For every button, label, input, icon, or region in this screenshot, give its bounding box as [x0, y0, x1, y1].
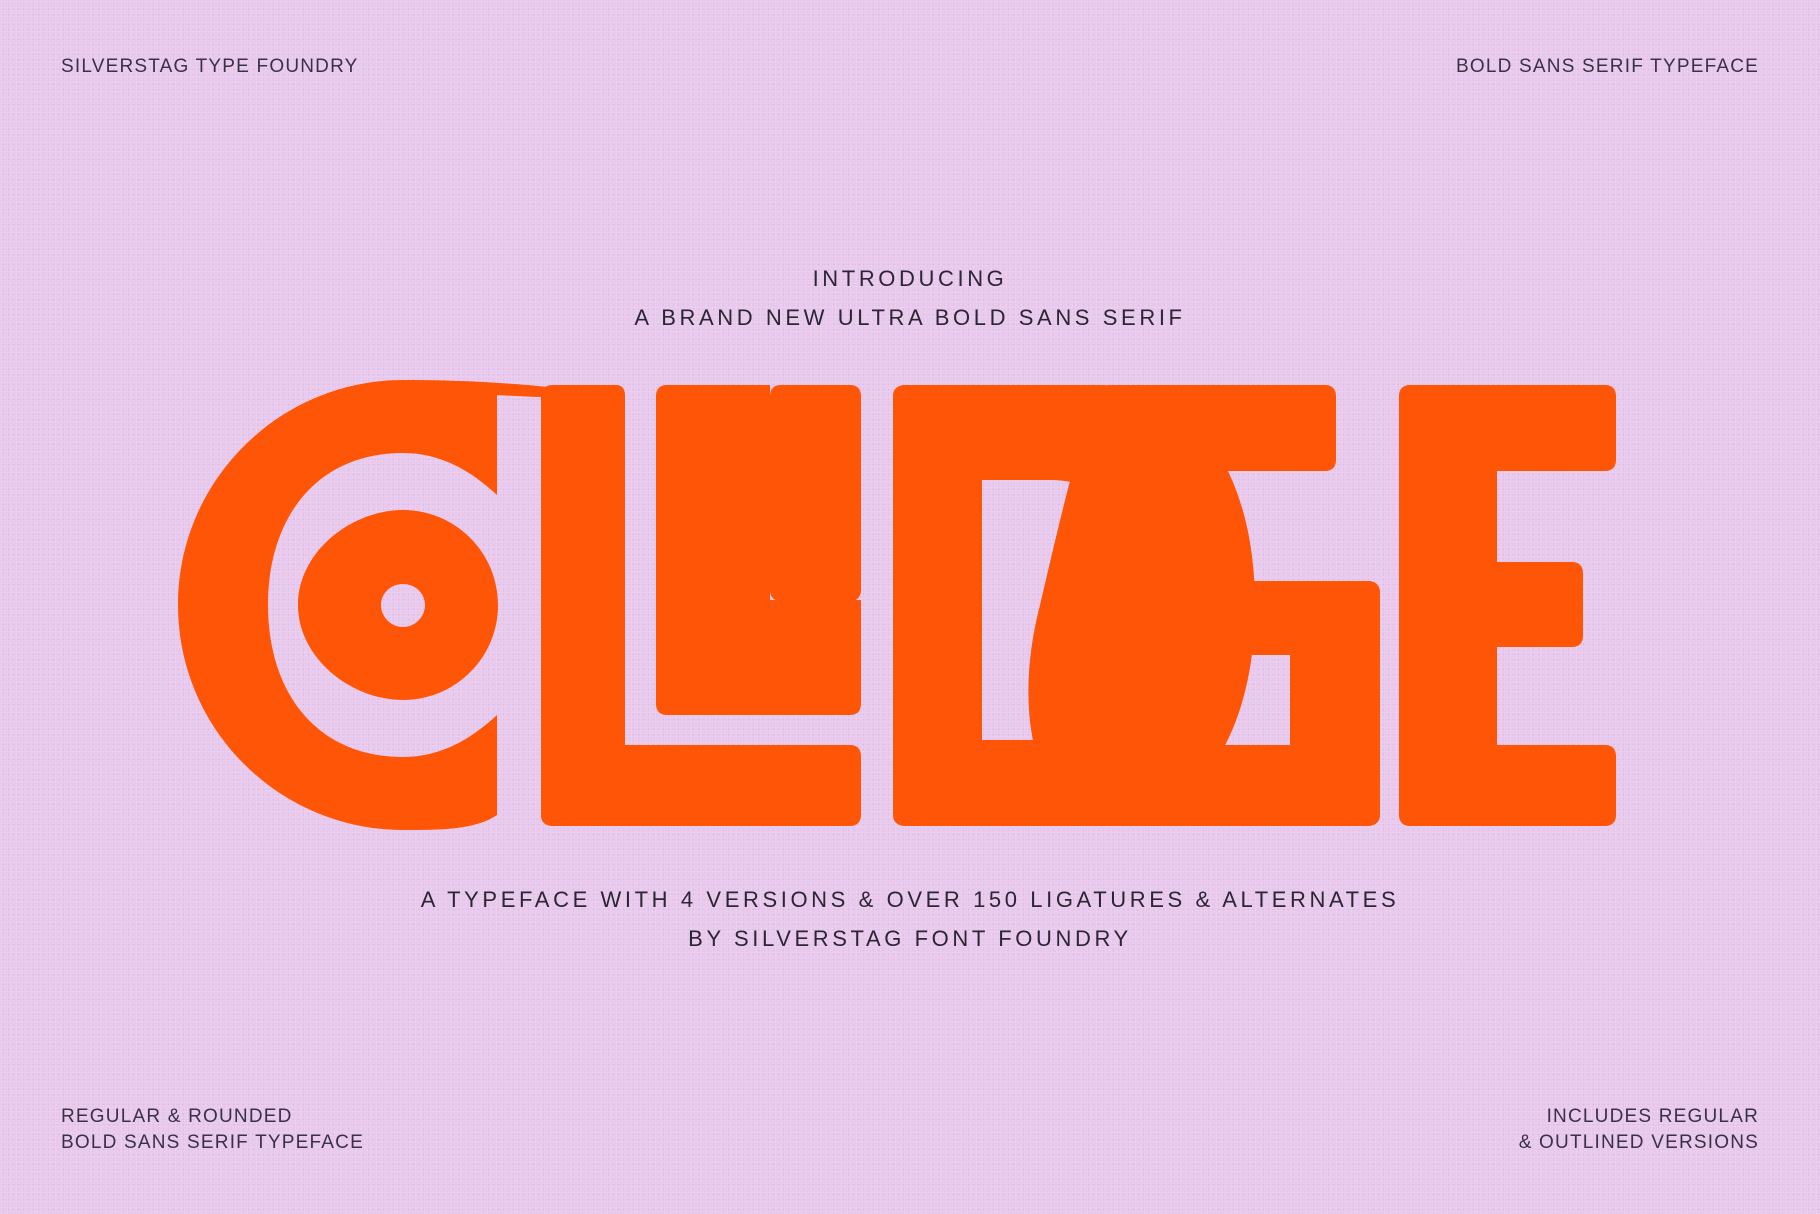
tagline-line-2: BY SILVERSTAG FONT FOUNDRY: [688, 926, 1132, 951]
letter-i-stem: [770, 385, 861, 601]
letter-e: [1399, 385, 1616, 826]
tagline-text: A TYPEFACE WITH 4 VERSIONS & OVER 150 LI…: [0, 880, 1820, 958]
letter-c: [178, 380, 586, 830]
collidge-wordmark: [178, 380, 1616, 830]
tagline-line-1: A TYPEFACE WITH 4 VERSIONS & OVER 150 LI…: [420, 887, 1400, 912]
letter-c-inner-ring: [298, 510, 498, 700]
